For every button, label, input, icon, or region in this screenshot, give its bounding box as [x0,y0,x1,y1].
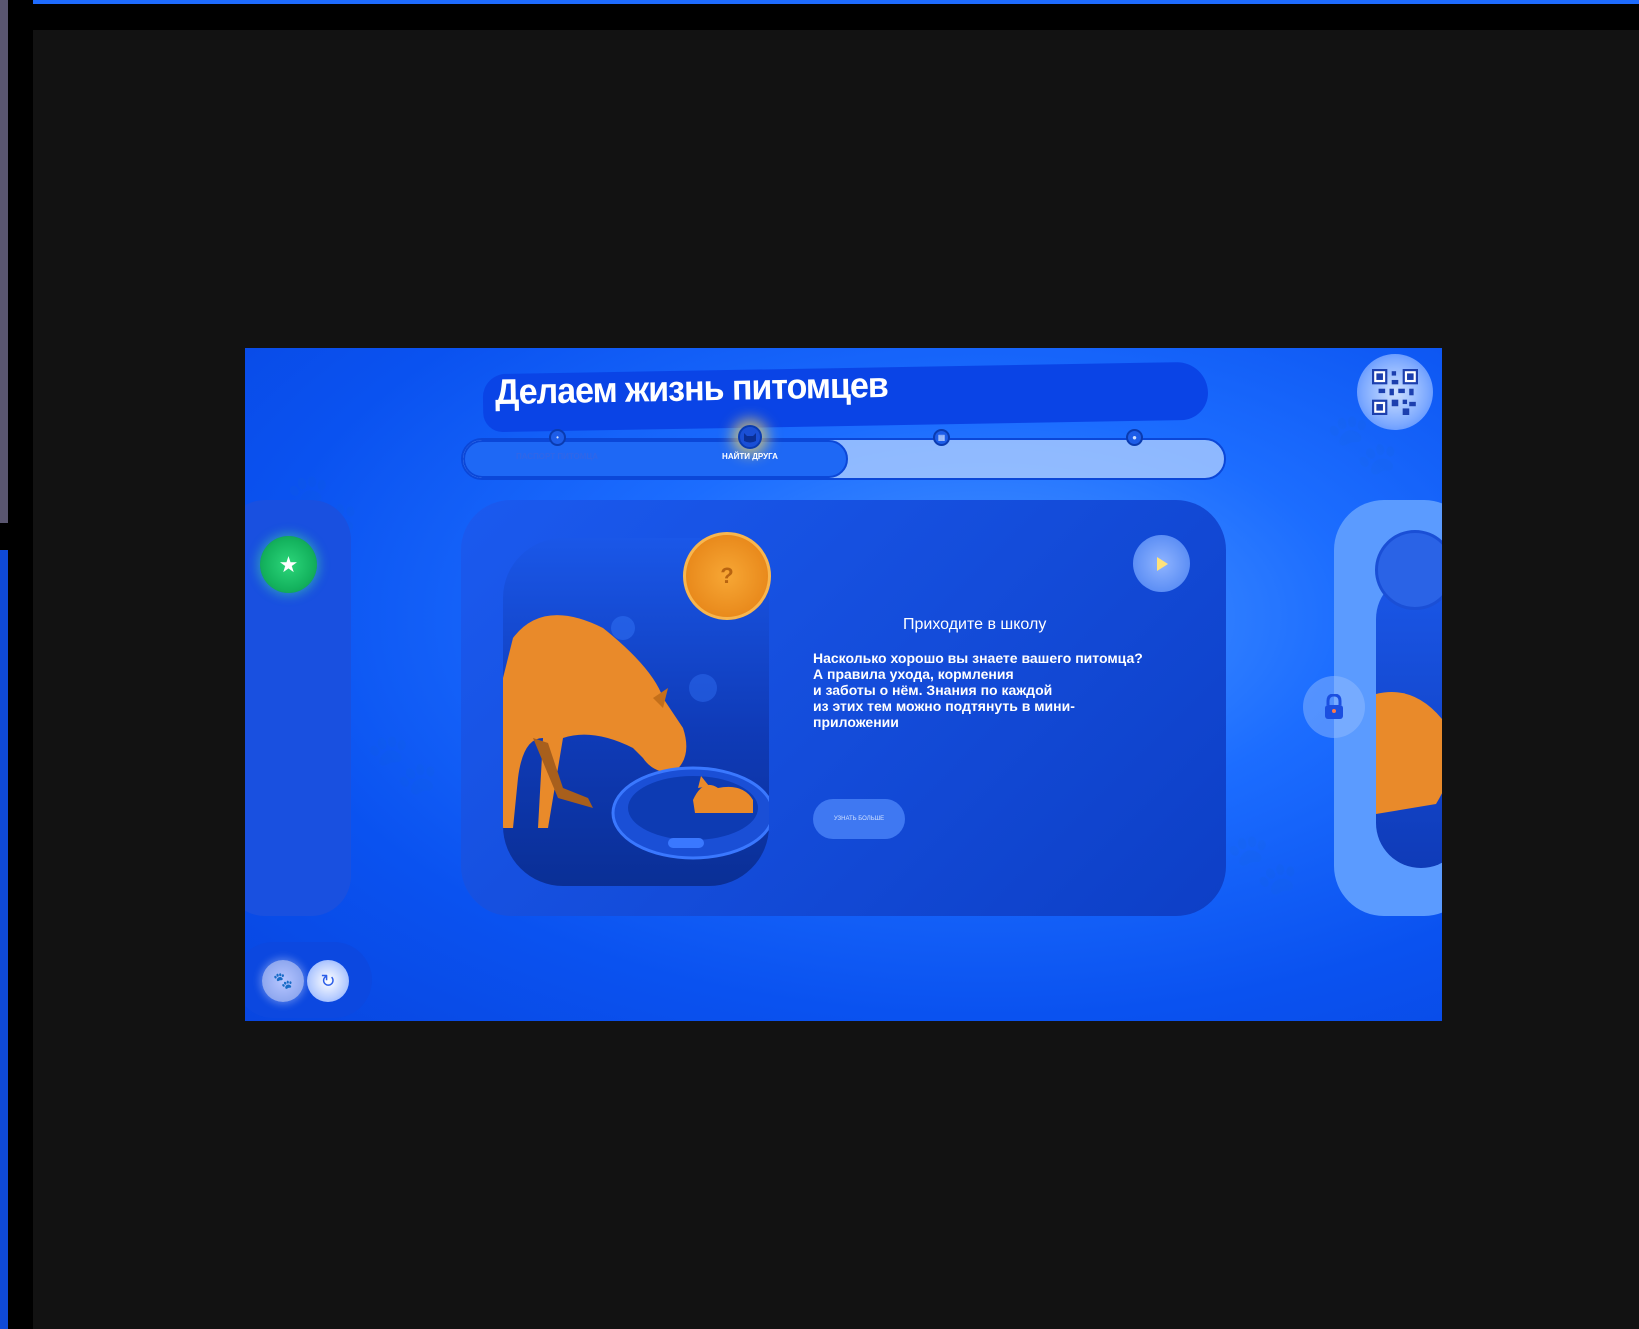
lock-icon [1325,694,1343,719]
app-screen: 🐾 🐾 🐾 🐾 Делаем жизнь питомцев [245,348,1442,1021]
step-dot-passport[interactable]: • [549,429,566,446]
card-heading: Приходите в школу [903,616,1047,633]
favorite-button[interactable]: ★ [260,536,317,593]
learn-more-button[interactable]: УЗНАТЬ БОЛЬШЕ [813,799,905,839]
play-icon [1156,556,1168,571]
left-panel-strip-blue [0,550,8,1329]
step-dot-find-friend[interactable] [738,425,762,449]
pets-button[interactable]: 🐾 [262,960,304,1002]
main-card: ? Приходите в школу Насколько хорошо вы … [461,500,1226,916]
play-button[interactable] [1133,535,1190,592]
star-icon: ★ [278,551,299,577]
refresh-icon: ↻ [320,970,336,991]
top-dark-band [33,4,1639,30]
dot-icon: ● [1132,433,1137,442]
refresh-button[interactable]: ↻ [307,960,349,1002]
calendar-icon: ▦ [937,433,946,442]
next-card-illustration [1376,574,1442,868]
step-dot-calendar[interactable]: ▦ [933,429,950,446]
step-label-find-friend: НАЙТИ ДРУГА [722,452,778,461]
step-label-passport: ПАСПОРТ ПИТОМЦА [515,452,599,461]
step-dot-last[interactable]: ● [1126,429,1143,446]
cat-icon [744,433,756,443]
qr-code-button[interactable] [1357,354,1433,430]
paw-decor-icon: 🐾 [365,730,440,797]
paw-decor-icon: 🐾 [1225,830,1300,897]
paw-icon: 🐾 [273,973,293,990]
qr-code-icon [1372,369,1418,415]
achievement-coin: ? [683,532,771,620]
locked-button[interactable] [1303,676,1365,738]
paw-icon: • [556,433,559,442]
card-body: Насколько хорошо вы знаете вашего питомц… [813,650,1143,730]
left-panel-strip [0,0,8,523]
page-title: Делаем жизнь питомцев [494,365,889,413]
